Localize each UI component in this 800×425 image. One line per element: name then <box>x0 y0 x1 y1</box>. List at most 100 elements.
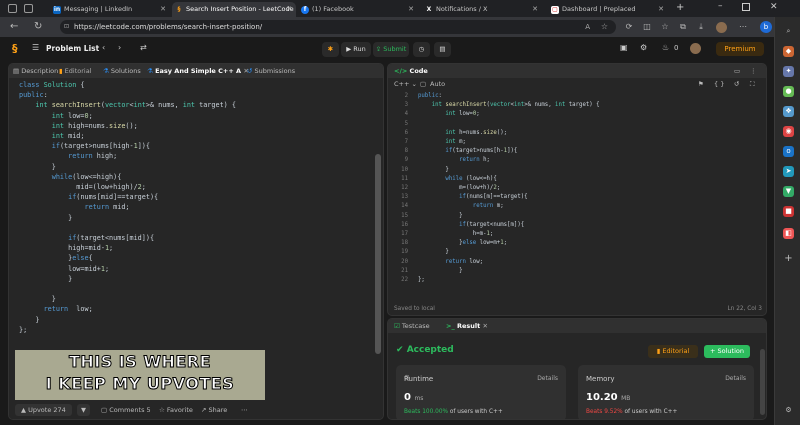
runtime-card[interactable]: ◷ Runtime Details 0 ms Beats 100.00% of … <box>396 365 566 419</box>
testcase-tab[interactable]: ☑ Testcase <box>394 319 430 333</box>
close-tab-icon[interactable]: ✕ <box>408 2 414 17</box>
close-tab-icon[interactable]: ✕ <box>160 2 166 17</box>
panel-more-icon[interactable]: ⋮ <box>750 64 757 78</box>
copilot-icon[interactable]: b <box>760 21 772 33</box>
minimize-icon[interactable]: – <box>718 1 723 11</box>
reset-icon[interactable]: ↺ <box>734 78 739 91</box>
close-tab-icon[interactable]: ✕ <box>286 2 292 17</box>
comments-button[interactable]: ▢ Comments 5 <box>101 400 151 419</box>
more-icon[interactable]: ⋯ <box>241 400 248 419</box>
close-tab-icon[interactable]: ✕ <box>482 322 487 330</box>
fire-icon[interactable]: ♨ <box>662 43 669 52</box>
fullscreen-icon[interactable]: ⛶ <box>750 78 755 91</box>
url-input[interactable]: ⊡ https://leetcode.com/problems/search-i… <box>60 20 616 34</box>
downloads-icon[interactable]: ⤓ <box>696 22 706 32</box>
tab-leetcode[interactable]: § Search Insert Position - LeetCode ✕ <box>172 2 296 17</box>
code-editor[interactable]: public: int searchInsert(vector<int>& nu… <box>418 92 760 286</box>
debug-button[interactable]: ✱ <box>322 42 339 57</box>
star-icon: ☆ <box>159 406 165 414</box>
tab-current-solution[interactable]: ⚗ Easy And Simple C++ A ✕ <box>147 64 249 78</box>
timer-icon[interactable]: ◷ <box>413 42 430 57</box>
reload-icon[interactable]: ↻ <box>34 21 42 33</box>
drop-icon[interactable]: ▼ <box>783 186 794 197</box>
user-avatar[interactable] <box>690 43 701 54</box>
sidebar-settings-icon[interactable]: ⚙ <box>783 405 794 416</box>
zoom-icon[interactable]: A <box>585 20 590 34</box>
split-screen-icon[interactable]: ◫ <box>642 22 652 32</box>
close-tab-icon[interactable]: ✕ <box>532 2 538 17</box>
outlook-icon[interactable]: o <box>783 146 794 157</box>
next-problem-icon[interactable]: › <box>118 43 121 52</box>
memory-details-link[interactable]: Details <box>725 375 746 382</box>
code-tab[interactable]: </> Code <box>394 64 428 78</box>
maximize-panel-icon[interactable]: ▭ <box>734 64 740 78</box>
send-icon[interactable]: ➤ <box>783 166 794 177</box>
favorites-icon[interactable]: ☆ <box>660 22 670 32</box>
memory-card[interactable]: Memory Details 10.20 MB Beats 9.52% of u… <box>578 365 754 419</box>
back-icon[interactable]: ← <box>10 21 18 33</box>
games-icon[interactable]: ● <box>783 86 794 97</box>
maximize-icon[interactable] <box>742 3 750 11</box>
tab-facebook[interactable]: f (1) Facebook ✕ <box>298 2 418 17</box>
problem-list-link[interactable]: Problem List <box>46 44 99 53</box>
site-info-icon[interactable]: ⊡ <box>64 20 69 34</box>
office-icon[interactable]: ◉ <box>783 126 794 137</box>
result-tab[interactable]: >_ Result ✕ <box>446 319 488 333</box>
app-icon-2[interactable]: ◧ <box>783 228 794 239</box>
book-icon: ▮ <box>656 347 661 355</box>
window-close-icon[interactable]: ✕ <box>770 2 778 12</box>
tab-linkedin[interactable]: in Messaging | LinkedIn ✕ <box>50 2 170 17</box>
premium-button[interactable]: Premium <box>716 42 764 56</box>
extension-icon[interactable]: ⟳ <box>624 22 634 32</box>
language-select[interactable]: C++ ⌄ <box>394 78 417 91</box>
close-tab-icon[interactable]: ✕ <box>658 2 664 17</box>
tools-icon[interactable]: ✦ <box>783 66 794 77</box>
editor-code-line: int m; <box>445 139 466 146</box>
upvote-button[interactable]: ▲ Upvote 274 <box>15 404 72 416</box>
tab-solutions[interactable]: ⚗ Solutions <box>103 64 141 78</box>
bookmark-icon[interactable]: ⚑ <box>698 78 704 91</box>
problem-list-icon[interactable]: ☰ <box>32 43 39 52</box>
x-icon: X <box>426 6 432 13</box>
solution-code-line: int high=nums.size(); <box>51 121 138 130</box>
browser-menu-icon[interactable] <box>8 4 17 13</box>
runtime-details-link[interactable]: Details <box>537 375 558 382</box>
settings-icon[interactable]: ⚙ <box>640 43 647 52</box>
auto-lock-icon: ▢ <box>420 80 427 88</box>
submit-button[interactable]: ⇪ Submit <box>373 42 409 57</box>
search-icon[interactable]: ⌕ <box>783 26 794 37</box>
favorite-star-icon[interactable]: ☆ <box>601 20 608 34</box>
tab-submissions[interactable]: ↺ Submissions <box>247 64 295 78</box>
meme-image: THIS IS WHERE I KEEP MY UPVOTES <box>15 350 265 400</box>
auto-mode-label[interactable]: Auto <box>430 78 445 91</box>
notes-icon[interactable]: ▤ <box>434 42 451 57</box>
favorite-button[interactable]: ☆ Favorite <box>159 400 193 419</box>
tab-description[interactable]: ▤ Description <box>13 64 58 78</box>
scrollbar-thumb[interactable] <box>375 154 381 354</box>
prev-problem-icon[interactable]: ‹ <box>102 43 105 52</box>
editorial-button[interactable]: ▮ Editorial <box>648 345 698 358</box>
leetcode-logo[interactable]: § <box>12 42 18 55</box>
add-sidebar-app-icon[interactable]: + <box>783 253 794 264</box>
layout-icon[interactable]: ▣ <box>620 43 628 52</box>
tab-x[interactable]: X Notifications / X ✕ <box>422 2 542 17</box>
tab-preplaced[interactable]: ▢ Dashboard | Preplaced ✕ <box>548 2 668 17</box>
share-button[interactable]: ↗ Share <box>201 400 227 419</box>
more-options-icon[interactable]: ⋯ <box>738 22 748 32</box>
app-icon[interactable]: ■ <box>783 206 794 217</box>
solution-button[interactable]: + Solution <box>704 345 750 358</box>
tab-strip-icon[interactable] <box>24 4 33 13</box>
copilot-sidebar-icon[interactable]: ❖ <box>783 106 794 117</box>
result-scrollbar[interactable] <box>760 349 765 415</box>
share-icon: ↗ <box>201 406 207 414</box>
new-tab-icon[interactable]: + <box>676 2 684 13</box>
solution-code-line: int low=0; <box>51 111 93 120</box>
collections-icon[interactable]: ⧉ <box>678 22 688 32</box>
tab-editorial[interactable]: ▮ Editorial <box>59 64 92 78</box>
profile-avatar[interactable] <box>716 22 727 33</box>
downvote-button[interactable]: ▼ <box>77 404 90 416</box>
run-button[interactable]: ▶ Run <box>341 42 371 57</box>
shuffle-icon[interactable]: ⇄ <box>140 43 147 52</box>
format-icon[interactable]: { } <box>714 78 724 91</box>
shopping-icon[interactable]: ◆ <box>783 46 794 57</box>
